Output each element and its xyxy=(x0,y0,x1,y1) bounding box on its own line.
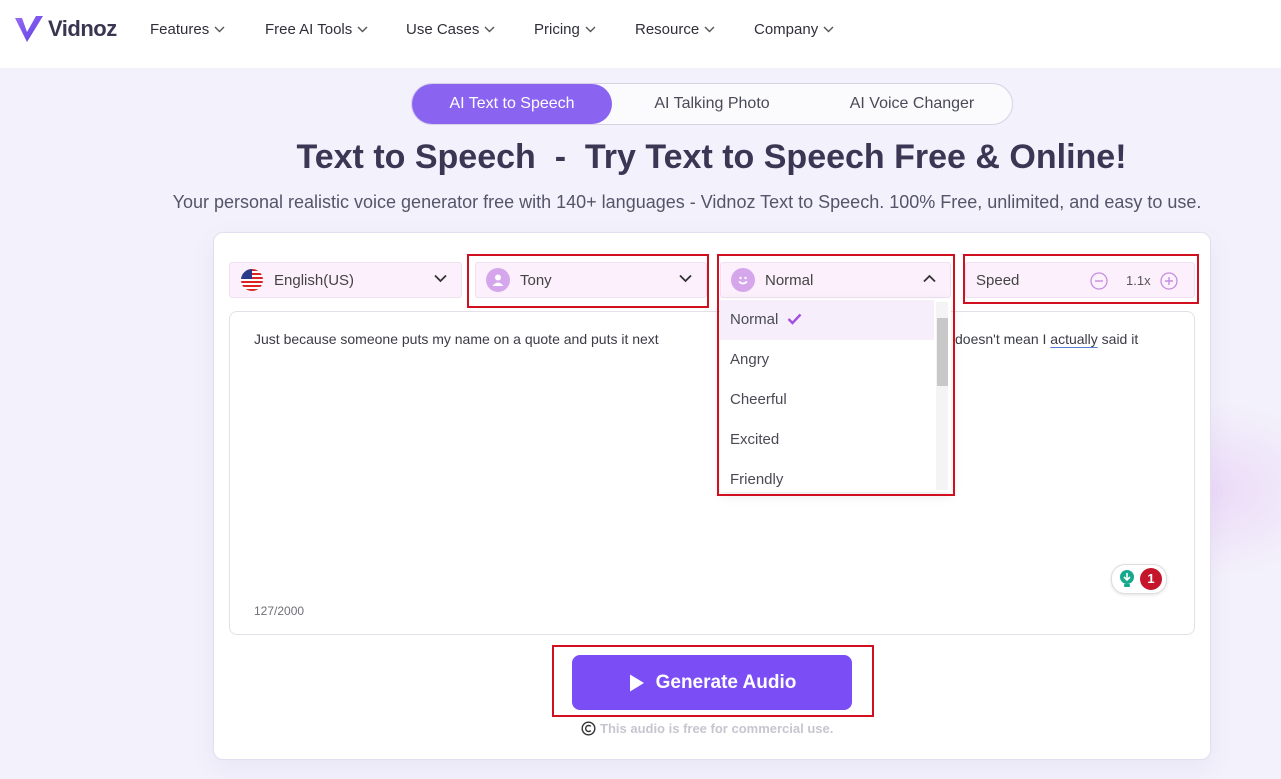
language-value: English(US) xyxy=(274,271,355,289)
speed-control: Speed 1.1x xyxy=(965,262,1195,298)
emotion-value: Normal xyxy=(765,271,814,289)
brand-logo[interactable]: Vidnoz xyxy=(12,12,117,46)
tool-tabs: AI Text to Speech AI Talking Photo AI Vo… xyxy=(411,83,1013,125)
emotion-option-angry[interactable]: Angry xyxy=(720,340,934,380)
emotion-option-normal[interactable]: Normal xyxy=(720,300,934,340)
input-text-part: doesn't mean I xyxy=(955,331,1051,347)
page-subtitle: Your personal realistic voice generator … xyxy=(172,192,1202,212)
voice-value: Tony xyxy=(520,271,552,289)
nav-resource[interactable]: Resource xyxy=(635,18,715,40)
option-label: Normal xyxy=(730,311,779,328)
nav-pricing[interactable]: Pricing xyxy=(534,18,596,40)
grammar-assistant[interactable]: 1 xyxy=(1111,564,1167,594)
nav-company[interactable]: Company xyxy=(754,18,834,40)
nav-free-ai-tools[interactable]: Free AI Tools xyxy=(265,18,368,40)
generate-label: Generate Audio xyxy=(655,671,797,693)
chevron-down-icon xyxy=(214,26,225,32)
nav-label: Free AI Tools xyxy=(265,20,353,38)
emotion-option-cheerful[interactable]: Cheerful xyxy=(720,380,934,420)
chevron-down-icon xyxy=(434,274,447,283)
tab-ai-talking-photo[interactable]: AI Talking Photo xyxy=(612,84,812,124)
nav-label: Use Cases xyxy=(406,20,480,38)
nav-label: Company xyxy=(754,20,819,38)
page-title: Text to Speech - Try Text to Speech Free… xyxy=(296,138,1127,176)
spellcheck-word[interactable]: actually xyxy=(1050,331,1097,347)
minus-circle-icon[interactable] xyxy=(1090,272,1108,290)
speed-label: Speed xyxy=(976,272,1020,289)
commercial-use-note: This audio is free for commercial use. xyxy=(581,721,833,736)
emotion-dropdown: Normal Angry Cheerful Excited Friendly xyxy=(720,299,951,492)
language-select[interactable]: English(US) xyxy=(229,262,462,298)
character-counter: 127/2000 xyxy=(254,604,305,618)
note-text: This audio is free for commercial use. xyxy=(600,721,834,736)
nav-label: Features xyxy=(150,20,210,38)
chevron-down-icon xyxy=(679,274,692,283)
plus-circle-icon[interactable] xyxy=(1160,272,1178,290)
emotion-option-friendly[interactable]: Friendly xyxy=(720,460,934,492)
play-icon xyxy=(629,674,644,691)
grammar-bulb-icon xyxy=(1120,570,1134,587)
input-text-start: Just because someone puts my name on a q… xyxy=(254,331,659,347)
text-input-area[interactable] xyxy=(229,311,1195,635)
generate-audio-button[interactable]: Generate Audio xyxy=(572,655,852,710)
us-flag-icon xyxy=(240,268,264,292)
smiley-icon xyxy=(731,268,755,292)
chevron-down-icon xyxy=(357,26,368,32)
dropdown-scrollbar[interactable] xyxy=(936,302,948,490)
nav-label: Resource xyxy=(635,20,700,38)
chevron-down-icon xyxy=(704,26,715,32)
input-text-part: said it xyxy=(1097,331,1139,347)
nav-features[interactable]: Features xyxy=(150,18,225,40)
top-nav: Vidnoz Features Free AI Tools Use Cases … xyxy=(0,0,1281,68)
tab-ai-voice-changer[interactable]: AI Voice Changer xyxy=(812,84,1012,124)
chevron-up-icon xyxy=(923,274,936,283)
emotion-select[interactable]: Normal xyxy=(720,262,951,298)
copyright-icon xyxy=(581,721,596,736)
chevron-down-icon xyxy=(484,26,495,32)
nav-label: Pricing xyxy=(534,20,580,38)
speed-value: 1.1x xyxy=(1126,273,1151,288)
chevron-down-icon xyxy=(585,26,596,32)
grammar-count-badge: 1 xyxy=(1140,568,1162,590)
brand-name: Vidnoz xyxy=(48,16,117,41)
emotion-option-excited[interactable]: Excited xyxy=(720,420,934,460)
nav-use-cases[interactable]: Use Cases xyxy=(406,18,495,40)
checkmark-icon xyxy=(787,313,801,325)
input-text-end: doesn't mean I actually said it xyxy=(955,331,1138,347)
user-avatar-icon xyxy=(486,268,510,292)
scrollbar-thumb[interactable] xyxy=(937,318,948,386)
vidnoz-logo-icon xyxy=(15,16,43,42)
tab-ai-text-to-speech[interactable]: AI Text to Speech xyxy=(412,84,612,124)
voice-select[interactable]: Tony xyxy=(475,262,707,298)
chevron-down-icon xyxy=(823,26,834,32)
